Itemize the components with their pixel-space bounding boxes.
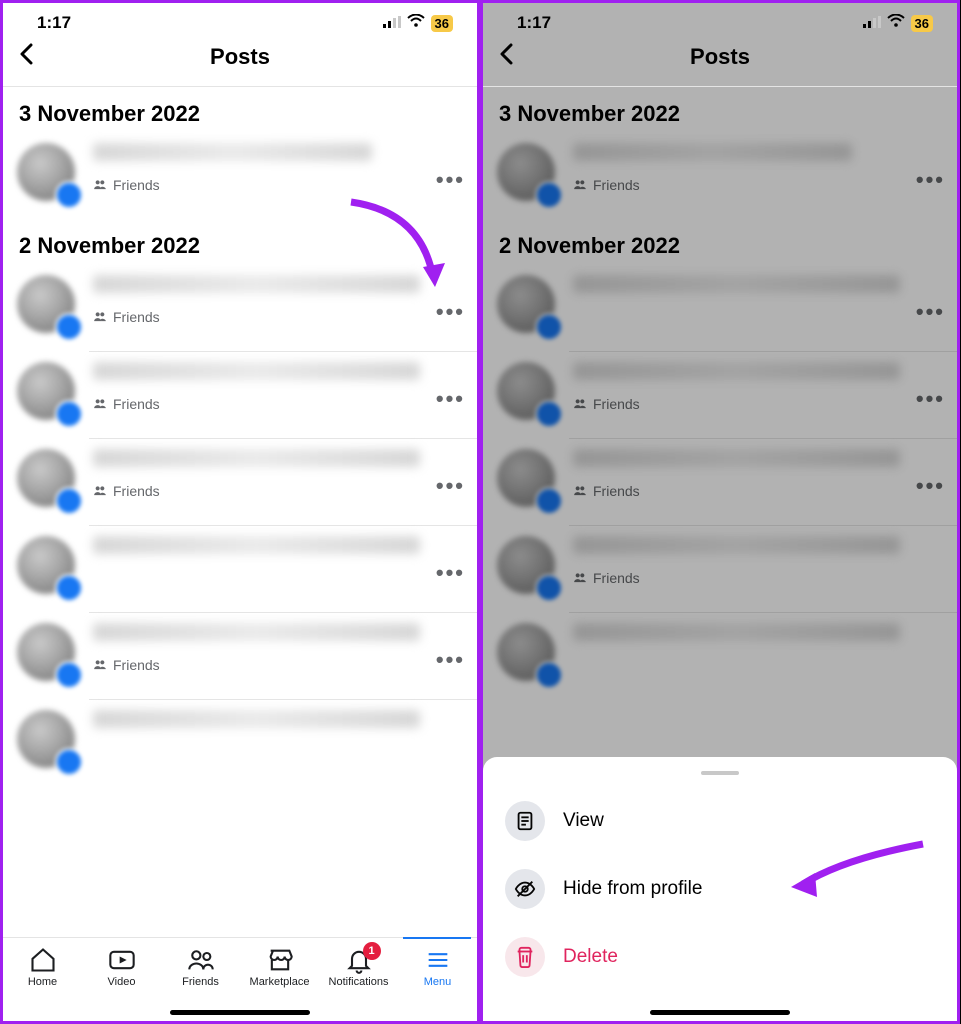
privacy-label: Friends: [93, 309, 465, 325]
signal-icon: [863, 13, 881, 33]
avatar[interactable]: [17, 143, 77, 203]
avatar[interactable]: [17, 449, 77, 509]
sheet-delete[interactable]: Delete: [483, 923, 957, 991]
menu-icon: [424, 946, 452, 974]
trash-icon: [505, 937, 545, 977]
date-header: 3 November 2022: [483, 87, 957, 133]
post-item[interactable]: Friends •••: [483, 133, 957, 219]
post-item[interactable]: Friends •••: [483, 352, 957, 438]
post-item[interactable]: Friends •••: [3, 265, 477, 351]
phone-left: 1:17 36 Posts 3 November 2022 Friends: [0, 0, 480, 1024]
back-button[interactable]: [19, 41, 35, 72]
home-indicator[interactable]: [650, 1010, 790, 1015]
privacy-label: Friends: [93, 483, 465, 499]
avatar[interactable]: [17, 275, 77, 335]
more-options-button[interactable]: •••: [916, 299, 945, 325]
back-button[interactable]: [499, 41, 515, 72]
signal-icon: [383, 13, 401, 33]
more-options-button[interactable]: •••: [436, 386, 465, 412]
post-item[interactable]: Friends •••: [3, 133, 477, 219]
tab-home[interactable]: Home: [11, 946, 75, 988]
privacy-label: Friends: [93, 177, 465, 193]
status-bar: 1:17 36: [3, 3, 477, 35]
post-item[interactable]: [3, 700, 477, 786]
more-options-button[interactable]: •••: [436, 647, 465, 673]
document-icon: [505, 801, 545, 841]
more-options-button[interactable]: •••: [436, 560, 465, 586]
date-header: 3 November 2022: [3, 87, 477, 133]
status-time: 1:17: [37, 13, 71, 33]
more-options-button[interactable]: •••: [916, 473, 945, 499]
avatar[interactable]: [17, 536, 77, 596]
video-icon: [108, 946, 136, 974]
store-icon: [266, 946, 294, 974]
status-right: 36: [383, 13, 453, 33]
sheet-handle[interactable]: [701, 771, 739, 775]
date-header: 2 November 2022: [3, 219, 477, 265]
post-item[interactable]: Friends •••: [3, 352, 477, 438]
page-header: Posts: [3, 35, 477, 87]
page-title: Posts: [210, 44, 270, 70]
post-item[interactable]: Friends •••: [483, 439, 957, 525]
home-icon: [29, 946, 57, 974]
tab-friends[interactable]: Friends: [169, 946, 233, 988]
post-item[interactable]: Friends: [483, 526, 957, 612]
posts-list[interactable]: 3 November 2022 Friends ••• 2 November 2…: [3, 87, 477, 945]
friends-icon: [187, 946, 215, 974]
eye-slash-icon: [505, 869, 545, 909]
tab-bar: Home Video Friends Marketplace 1 Notific…: [3, 937, 477, 1021]
battery-indicator: 36: [911, 15, 933, 32]
privacy-label: Friends: [93, 396, 465, 412]
post-item[interactable]: •••: [483, 265, 957, 351]
notification-badge: 1: [363, 942, 381, 960]
page-title: Posts: [690, 44, 750, 70]
more-options-button[interactable]: •••: [916, 386, 945, 412]
post-item[interactable]: Friends •••: [3, 613, 477, 699]
more-options-button[interactable]: •••: [916, 167, 945, 193]
home-indicator[interactable]: [170, 1010, 310, 1015]
sheet-view[interactable]: View: [483, 787, 957, 855]
post-item[interactable]: [483, 613, 957, 699]
more-options-button[interactable]: •••: [436, 167, 465, 193]
avatar[interactable]: [17, 710, 77, 770]
avatar[interactable]: [17, 623, 77, 683]
page-header: Posts: [483, 35, 957, 87]
avatar[interactable]: [17, 362, 77, 422]
wifi-icon: [887, 13, 905, 33]
battery-indicator: 36: [431, 15, 453, 32]
date-header: 2 November 2022: [483, 219, 957, 265]
tab-video[interactable]: Video: [90, 946, 154, 988]
status-bar: 1:17 36: [483, 3, 957, 35]
sheet-hide-label: Hide from profile: [563, 878, 702, 900]
phone-right: 1:17 36 Posts 3 November 2022 Friends ••…: [480, 0, 960, 1024]
sheet-delete-label: Delete: [563, 946, 618, 968]
wifi-icon: [407, 13, 425, 33]
sheet-view-label: View: [563, 810, 604, 832]
tab-notifications[interactable]: 1 Notifications: [327, 946, 391, 988]
tab-menu[interactable]: Menu: [406, 946, 470, 988]
tab-marketplace[interactable]: Marketplace: [248, 946, 312, 988]
privacy-label: Friends: [93, 657, 465, 673]
status-time: 1:17: [517, 13, 551, 33]
sheet-hide[interactable]: Hide from profile: [483, 855, 957, 923]
post-item[interactable]: •••: [3, 526, 477, 612]
status-right: 36: [863, 13, 933, 33]
action-sheet: View Hide from profile Delete: [483, 757, 957, 1021]
more-options-button[interactable]: •••: [436, 299, 465, 325]
more-options-button[interactable]: •••: [436, 473, 465, 499]
post-item[interactable]: Friends •••: [3, 439, 477, 525]
